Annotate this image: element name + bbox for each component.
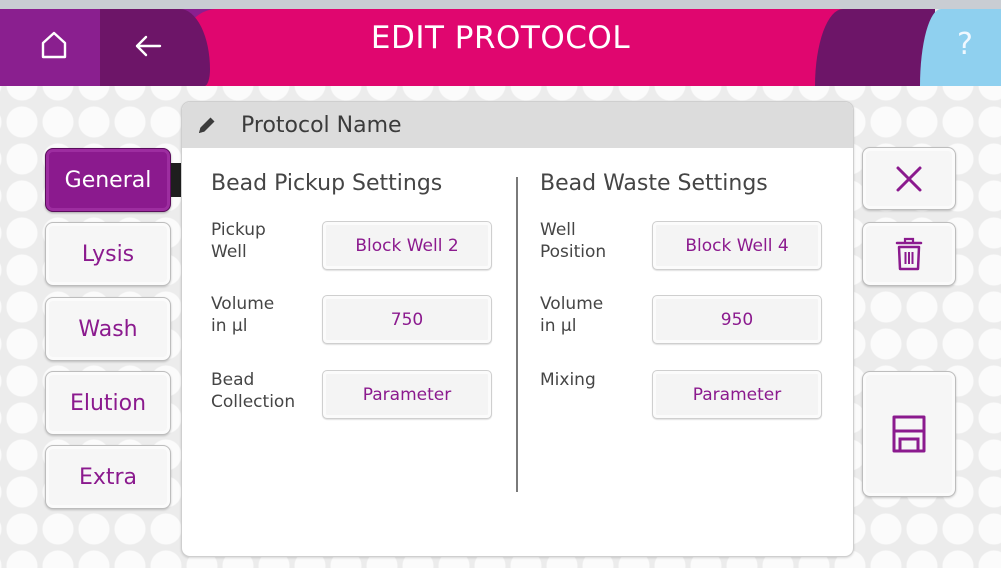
tab-wash[interactable]: Wash	[45, 297, 171, 361]
tab-elution[interactable]: Elution	[45, 371, 171, 435]
protocol-name: Protocol Name	[241, 112, 402, 138]
column-divider	[516, 177, 518, 492]
tab-label: Lysis	[81, 241, 135, 267]
label-line: Position	[540, 242, 607, 262]
tab-label: Elution	[69, 390, 147, 416]
label-line: in µl	[540, 316, 577, 336]
protocol-name-bar[interactable]: Protocol Name	[182, 102, 853, 148]
label-line: Mixing	[540, 370, 596, 390]
delete-button[interactable]	[862, 222, 956, 286]
trash-icon	[895, 237, 923, 271]
label-line: Well	[211, 242, 247, 262]
tab-label: Extra	[78, 464, 138, 490]
label-line: Collection	[211, 392, 296, 412]
settings-panel: Protocol Name Bead Pickup Settings Bead …	[181, 101, 854, 557]
tab-extra[interactable]: Extra	[45, 445, 171, 509]
label-line: Pickup	[211, 220, 266, 240]
active-tab-indicator	[171, 163, 181, 197]
help-button[interactable]: ?	[948, 24, 982, 64]
waste-volume-button[interactable]: 950	[652, 295, 822, 344]
mixing-button[interactable]: Parameter	[652, 370, 822, 419]
bead-collection-label: Bead Collection	[211, 369, 295, 413]
save-button[interactable]	[862, 371, 956, 497]
label-line: in µl	[211, 316, 248, 336]
label-line: Volume	[540, 294, 604, 314]
cancel-button[interactable]	[862, 147, 956, 210]
top-strip	[0, 0, 1001, 9]
header-bar: EDIT PROTOCOL ?	[0, 0, 1001, 86]
label-line: Well	[540, 220, 576, 240]
waste-volume-label: Volume in µl	[540, 293, 603, 337]
bead-collection-button[interactable]: Parameter	[322, 370, 492, 419]
tab-label: Wash	[78, 316, 138, 342]
save-icon	[892, 415, 926, 453]
close-icon	[896, 166, 922, 191]
tab-lysis[interactable]: Lysis	[45, 222, 171, 286]
pickup-volume-label: Volume in µl	[211, 293, 274, 337]
tab-general[interactable]: General	[45, 148, 171, 212]
pickup-well-label: Pickup Well	[211, 219, 266, 263]
page-title: EDIT PROTOCOL	[370, 20, 631, 56]
tab-label: General	[64, 167, 152, 193]
pencil-icon	[199, 117, 215, 133]
bead-waste-title: Bead Waste Settings	[540, 171, 768, 196]
pickup-volume-button[interactable]: 750	[322, 295, 492, 344]
pickup-well-button[interactable]: Block Well 2	[322, 221, 492, 270]
well-position-label: Well Position	[540, 219, 606, 263]
label-line: Bead	[211, 370, 255, 390]
bead-pickup-title: Bead Pickup Settings	[211, 171, 443, 196]
well-position-button[interactable]: Block Well 4	[652, 221, 822, 270]
mixing-label: Mixing	[540, 369, 596, 391]
label-line: Volume	[211, 294, 275, 314]
